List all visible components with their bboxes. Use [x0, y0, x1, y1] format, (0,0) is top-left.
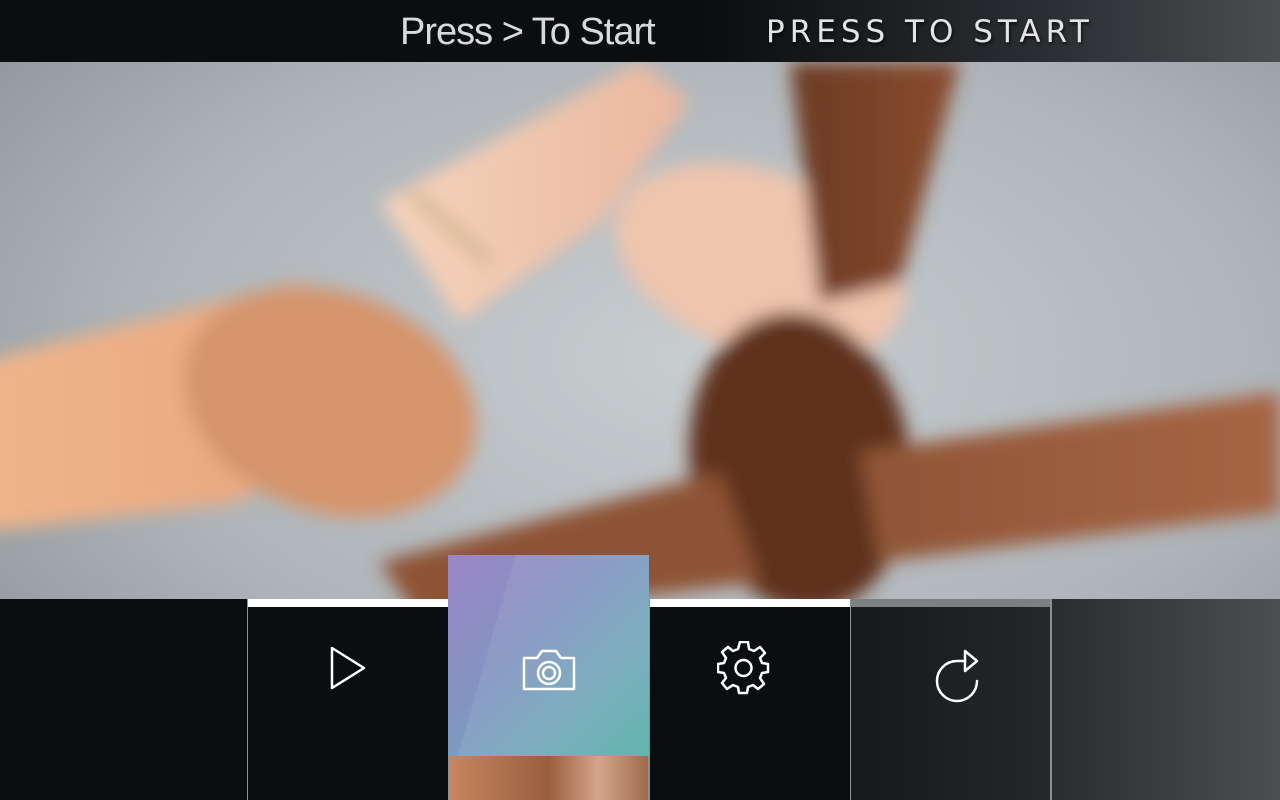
title-press-to-start-caps: PRESS TO START: [766, 14, 1094, 50]
settings-indicator-bar: [650, 599, 850, 607]
play-icon: [330, 646, 366, 689]
settings-button[interactable]: [649, 599, 850, 800]
play-button[interactable]: [247, 599, 448, 800]
reload-button[interactable]: [850, 599, 1051, 800]
play-indicator-bar: [248, 599, 448, 607]
camera-tile-lower-photo: [448, 756, 649, 800]
gear-icon: [717, 640, 770, 694]
toolbar-divider: [1051, 599, 1052, 800]
top-bar: Press > To Start PRESS TO START: [0, 0, 1280, 62]
title-press-to-start: Press > To Start: [400, 11, 656, 53]
camera-icon: [522, 649, 575, 690]
reload-indicator-bar: [851, 599, 1050, 607]
reload-icon: [935, 649, 978, 702]
camera-button[interactable]: [448, 555, 649, 756]
